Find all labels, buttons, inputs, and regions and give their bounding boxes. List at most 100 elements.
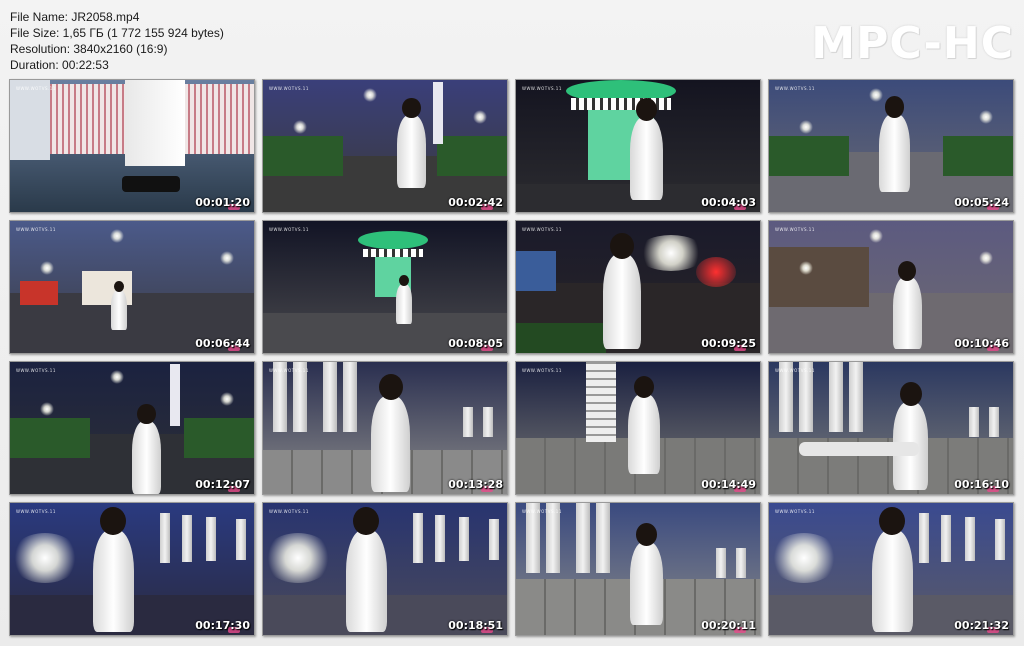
- person-head: [402, 98, 421, 119]
- thumbnail-frame: [516, 503, 760, 635]
- thumbnail: WWW.WOTVS.11 00:17:30: [9, 502, 255, 636]
- street-light: [293, 120, 307, 134]
- person-figure: [891, 261, 923, 351]
- timestamp: 00:17:30: [195, 619, 250, 632]
- person-dress: [396, 284, 412, 324]
- person-figure: [395, 275, 413, 325]
- watermark: WWW.WOTVS.11: [269, 227, 309, 232]
- street-light: [110, 370, 124, 384]
- thumbnail-frame: [10, 80, 254, 212]
- watermark: WWW.WOTVS.11: [269, 509, 309, 514]
- street-light: [220, 251, 234, 265]
- pillar: [206, 517, 216, 561]
- pillar: [160, 513, 170, 563]
- thumbnail-frame: [263, 221, 507, 353]
- person-dress: [603, 254, 642, 349]
- hedge: [184, 418, 254, 458]
- pillar: [736, 548, 746, 578]
- thumbnail-frame: [769, 503, 1013, 635]
- person-figure: [877, 96, 911, 194]
- street-light: [40, 261, 54, 275]
- thumbnail-frame: [516, 221, 760, 353]
- thumbnail-frame: [263, 362, 507, 494]
- person-figure: [395, 98, 427, 190]
- thumbnail: WWW.WOTVS.11 00:04:03: [515, 79, 761, 213]
- person-head: [899, 382, 922, 407]
- timestamp: 00:12:07: [195, 478, 250, 491]
- person-head: [378, 374, 403, 401]
- pillar: [969, 407, 979, 437]
- pillar: [483, 407, 493, 437]
- pillar: [182, 515, 192, 562]
- watermark: WWW.WOTVS.11: [269, 86, 309, 91]
- watermark: WWW.WOTVS.11: [522, 86, 562, 91]
- person-figure: [628, 98, 664, 202]
- person-dress: [878, 113, 911, 193]
- red-kiosk: [20, 281, 58, 305]
- kiosk-awning: [363, 249, 423, 257]
- watermark: WWW.WOTVS.11: [16, 86, 56, 91]
- timestamp: 00:21:32: [954, 619, 1009, 632]
- person-dress: [892, 277, 922, 350]
- timestamp: 00:20:11: [701, 619, 756, 632]
- pillar: [343, 362, 357, 432]
- person-figure: [130, 404, 162, 494]
- pillar: [413, 513, 423, 563]
- person-dress: [111, 290, 127, 330]
- person-head: [114, 281, 124, 292]
- pillar: [989, 407, 999, 437]
- timestamp: 00:05:24: [954, 196, 1009, 209]
- thumbnail: WWW.WOTVS.11 00:10:46: [768, 220, 1014, 354]
- person-head: [137, 404, 156, 425]
- thumbnail: WWW.WOTVS.11 00:13:28: [262, 361, 508, 495]
- sign: [516, 251, 556, 291]
- resolution-line: Resolution: 3840x2160 (16:9): [10, 42, 168, 56]
- thumbnail-frame: [516, 362, 760, 494]
- glow: [10, 533, 80, 583]
- street-light: [799, 120, 813, 134]
- street-light: [363, 88, 377, 102]
- timestamp: 00:09:25: [701, 337, 756, 350]
- pillar: [463, 407, 473, 437]
- thumbnail-frame: [769, 80, 1013, 212]
- thumbnail: WWW.WOTVS.11 00:21:32: [768, 502, 1014, 636]
- person-figure: [626, 376, 661, 476]
- kiosk-roof: [358, 231, 428, 249]
- person-head: [898, 261, 917, 281]
- street-light: [110, 229, 124, 243]
- thumbnail-grid: WWW.WOTVS.11 00:01:20 WWW.WOTVS.11 00:02:42…: [9, 79, 1015, 636]
- person-head: [879, 507, 905, 536]
- person-figure: [869, 507, 914, 635]
- person-figure: [90, 507, 135, 635]
- shop-light: [636, 235, 706, 271]
- person-head: [634, 376, 654, 398]
- watermark: WWW.WOTVS.11: [522, 509, 562, 514]
- timestamp: 00:04:03: [701, 196, 756, 209]
- person-head: [610, 233, 635, 259]
- timestamp: 00:06:44: [195, 337, 250, 350]
- pillar: [829, 362, 843, 432]
- watermark: WWW.WOTVS.11: [775, 509, 815, 514]
- thumbnail: WWW.WOTVS.11 00:06:44: [9, 220, 255, 354]
- thumbnail-frame: [263, 80, 507, 212]
- person-head: [399, 275, 409, 286]
- pillar: [919, 513, 929, 563]
- watermark: WWW.WOTVS.11: [775, 86, 815, 91]
- street-light: [799, 261, 813, 275]
- glow: [263, 533, 333, 583]
- person-dress: [396, 114, 427, 189]
- monument: [433, 82, 443, 144]
- thumbnail: WWW.WOTVS.11 00:05:24: [768, 79, 1014, 213]
- hedge: [10, 418, 90, 458]
- street-light: [220, 392, 234, 406]
- timestamp: 00:01:20: [195, 196, 250, 209]
- thumbnail-frame: [10, 503, 254, 635]
- person-figure: [891, 382, 930, 492]
- thumbnail-frame: [769, 221, 1013, 353]
- bushes: [516, 323, 606, 353]
- hedge: [437, 136, 507, 176]
- hedge: [263, 136, 343, 176]
- thumbnail: WWW.WOTVS.11 00:12:07: [9, 361, 255, 495]
- watermark: WWW.WOTVS.11: [775, 368, 815, 373]
- file-size-line: File Size: 1,65 ГБ (1 772 155 924 bytes): [10, 26, 224, 40]
